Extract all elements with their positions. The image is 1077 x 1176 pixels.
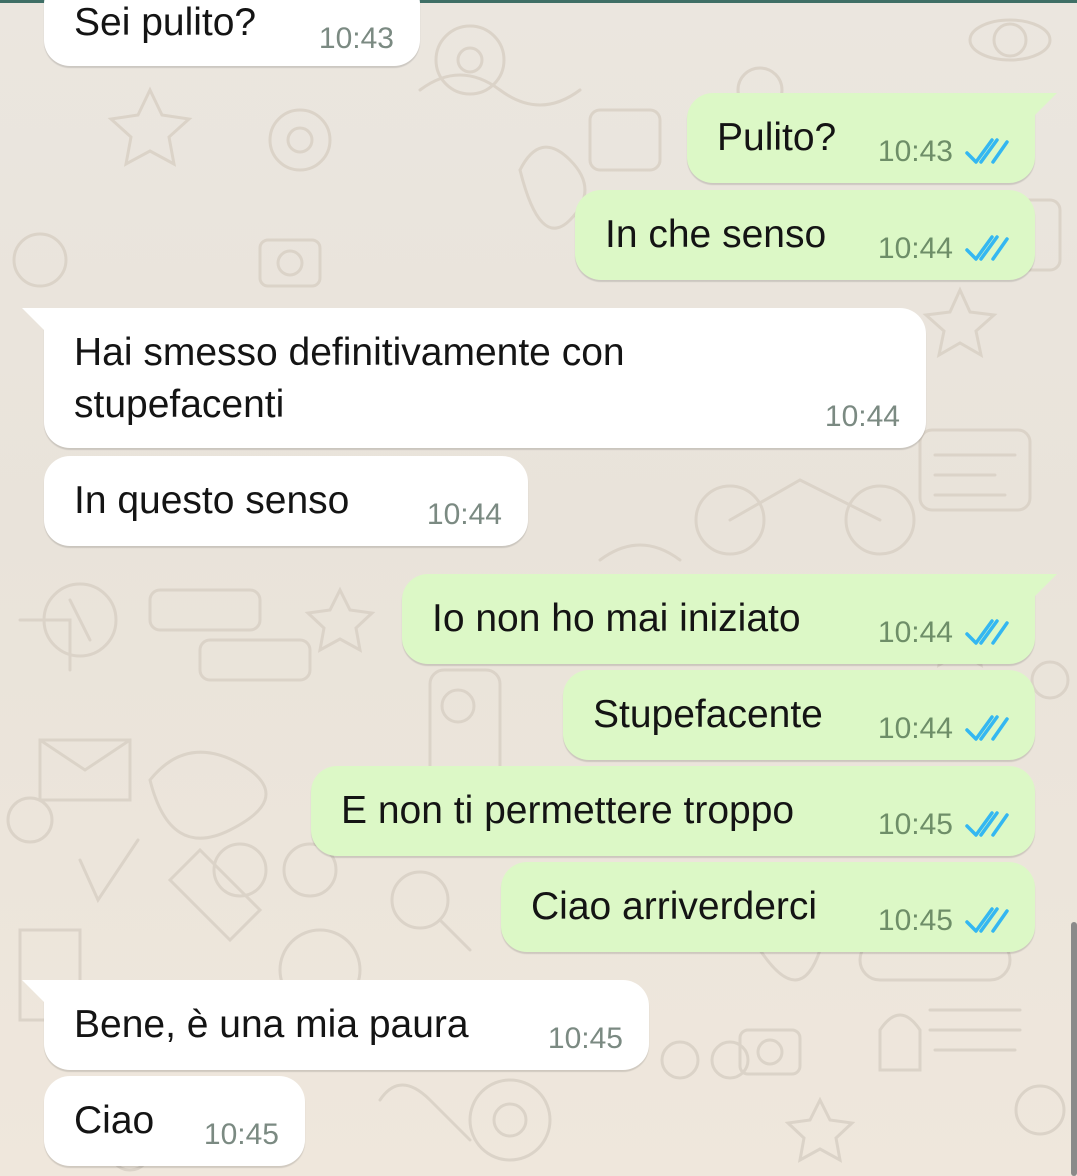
message-time: 10:43 <box>877 135 953 168</box>
message-meta: 10:44 <box>878 232 1009 266</box>
double-check-icon <box>965 235 1009 261</box>
message-time: 10:44 <box>426 498 502 531</box>
message-text-line: Hai smesso definitivamente con <box>74 331 625 374</box>
message-text: Io non ho mai iniziato <box>432 597 801 640</box>
message-text: Pulito? <box>717 116 837 159</box>
scrollbar-thumb[interactable] <box>1071 922 1077 1176</box>
message-text: Ciao arriverderci <box>531 885 818 928</box>
message-text: Stupefacente <box>593 693 823 736</box>
message-time: 10:43 <box>318 22 394 55</box>
message-outgoing[interactable]: In che senso 10:44 <box>575 190 1035 280</box>
double-check-icon <box>965 907 1009 933</box>
message-time: 10:44 <box>877 232 953 265</box>
message-incoming[interactable]: Sei pulito? 10:43 <box>44 0 420 66</box>
message-meta: 10:44 <box>878 712 1009 746</box>
message-meta: 10:45 <box>878 904 1009 938</box>
message-time: 10:45 <box>203 1118 279 1151</box>
message-text-line: stupefacenti <box>74 383 285 426</box>
message-meta: 10:44 <box>825 400 900 434</box>
message-time: 10:45 <box>547 1022 623 1055</box>
double-check-icon <box>965 619 1009 645</box>
message-outgoing[interactable]: Io non ho mai iniziato 10:44 <box>402 574 1057 664</box>
message-outgoing[interactable]: Ciao arriverderci 10:45 <box>501 862 1035 952</box>
message-time: 10:44 <box>877 712 953 745</box>
message-meta: 10:45 <box>878 808 1009 842</box>
message-meta: 10:43 <box>319 22 394 56</box>
message-time: 10:45 <box>877 808 953 841</box>
message-text: In questo senso <box>74 479 350 522</box>
message-outgoing[interactable]: Stupefacente 10:44 <box>563 670 1035 760</box>
double-check-icon <box>965 715 1009 741</box>
message-meta: 10:45 <box>204 1118 279 1152</box>
double-check-icon <box>965 811 1009 837</box>
message-text: Ciao <box>74 1099 155 1142</box>
chat-messages[interactable]: Sei pulito? 10:43 Pulito? 10:43 In che s… <box>0 0 1077 1176</box>
message-meta: 10:44 <box>427 498 502 532</box>
message-text: In che senso <box>605 213 827 256</box>
message-incoming[interactable]: In questo senso 10:44 <box>44 456 528 546</box>
message-meta: 10:43 <box>878 135 1009 169</box>
message-outgoing[interactable]: E non ti permettere troppo 10:45 <box>311 766 1035 856</box>
message-time: 10:44 <box>824 400 900 433</box>
message-text: Sei pulito? <box>74 1 257 44</box>
message-meta: 10:45 <box>548 1022 623 1056</box>
double-check-icon <box>965 138 1009 164</box>
message-meta: 10:44 <box>878 616 1009 650</box>
message-text: Bene, è una mia paura <box>74 1003 469 1046</box>
message-incoming[interactable]: Ciao 10:45 <box>44 1076 305 1166</box>
message-text: E non ti permettere troppo <box>341 789 795 832</box>
message-time: 10:45 <box>877 904 953 937</box>
message-incoming[interactable]: Hai smesso definitivamente con stupeface… <box>22 308 926 448</box>
message-outgoing[interactable]: Pulito? 10:43 <box>687 93 1057 183</box>
message-incoming[interactable]: Bene, è una mia paura 10:45 <box>22 980 649 1070</box>
message-time: 10:44 <box>877 616 953 649</box>
